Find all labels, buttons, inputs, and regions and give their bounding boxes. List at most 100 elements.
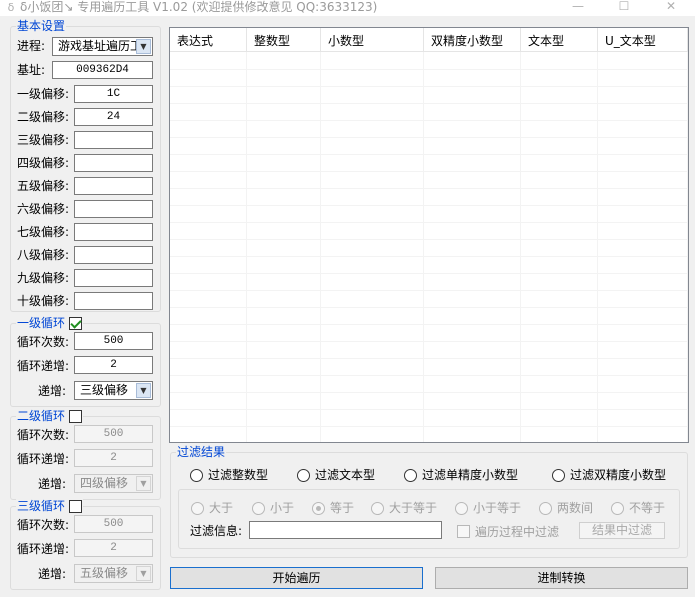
offset-input[interactable] [74,131,153,149]
grid-line [423,52,424,442]
grid-line [170,137,688,138]
offset-input[interactable] [74,200,153,218]
loop-count-input[interactable]: 500 [74,332,153,350]
filter-compare-label: 小于等于 [473,501,522,515]
result-filter-button[interactable]: 结果中过滤 [579,522,665,539]
grid-line [170,392,688,393]
loop-enable-checkbox[interactable] [69,499,83,513]
grid-line [170,103,688,104]
column-header[interactable]: 表达式 [170,28,247,52]
filter-compare-radio[interactable]: 大于等于 [371,500,437,516]
loop-enable-checkbox[interactable] [69,316,83,330]
loop-title-text: 三级循环 [17,499,66,513]
radix-convert-button[interactable]: 进制转换 [435,567,688,589]
filter-compare-radio[interactable]: 小于 [252,500,294,516]
filter-type-radio[interactable]: 过滤整数型 [190,467,268,483]
loop-enable-checkbox[interactable] [69,409,83,423]
loop-count-label: 循环次数: [17,335,70,349]
close-button[interactable]: ✕ [648,0,694,14]
column-header[interactable]: 文本型 [521,28,598,52]
loop-count-input[interactable]: 500 [74,515,153,533]
loop-step-label: 循环递增: [17,452,70,466]
process-label: 进程: [17,39,46,53]
loop-title-text: 二级循环 [17,409,66,423]
chevron-down-icon[interactable]: ▼ [136,383,151,398]
grid-line [320,52,321,442]
base-address-label: 基址: [17,63,46,77]
offset-input[interactable]: 1C [74,85,153,103]
loop-increment-select[interactable]: 五级偏移 ▼ [74,564,153,583]
radio-circle-icon [190,468,203,482]
base-address-input[interactable]: 009362D4 [52,61,153,79]
app-icon: δ [7,1,15,14]
loop-increment-value: 四级偏移 [80,476,129,490]
loop-increment-select[interactable]: 三级偏移 ▼ [74,381,153,400]
filter-compare-radio[interactable]: 两数间 [539,500,593,516]
loop-count-label: 循环次数: [17,428,70,442]
loop-step-input[interactable]: 2 [74,449,153,467]
process-select[interactable]: 游戏基址遍历工 ▼ [52,37,153,56]
maximize-button[interactable]: ☐ [601,0,647,14]
filter-info-input[interactable] [249,521,442,539]
loop-increment-value: 五级偏移 [80,566,129,580]
process-value: 游戏基址遍历工 [56,38,145,55]
offset-input[interactable] [74,154,153,172]
offset-label: 一级偏移: [17,87,70,101]
filter-type-label: 过滤单精度小数型 [422,468,519,482]
offset-input[interactable] [74,292,153,310]
filter-compare-label: 小于 [270,501,295,515]
filter-compare-label: 等于 [330,501,355,515]
filter-type-label: 过滤文本型 [315,468,376,482]
radio-circle-icon [539,501,552,515]
radio-circle-icon [611,501,624,515]
column-header[interactable]: U_文本型 [598,28,688,52]
chevron-down-icon[interactable]: ▼ [136,566,151,581]
offset-label: 十级偏移: [17,294,70,308]
grid-line [170,307,688,308]
grid-line [170,86,688,87]
filter-compare-radio[interactable]: 小于等于 [455,500,521,516]
offset-input[interactable] [74,246,153,264]
loop-step-input[interactable]: 2 [74,356,153,374]
filter-during-checkbox[interactable] [457,525,470,538]
column-header[interactable]: 双精度小数型 [424,28,521,52]
offset-input[interactable] [74,177,153,195]
loop-title: 一级循环 [16,316,84,330]
filter-type-label: 过滤双精度小数型 [570,468,667,482]
start-traverse-button[interactable]: 开始遍历 [170,567,423,589]
minimize-button[interactable]: — [555,0,601,14]
offset-input[interactable]: 24 [74,108,153,126]
loop-step-input[interactable]: 2 [74,539,153,557]
offset-input[interactable] [74,223,153,241]
grid-line [170,341,688,342]
grid-line [170,154,688,155]
loop-count-input[interactable]: 500 [74,425,153,443]
grid-line [170,69,688,70]
radio-circle-icon [455,501,468,515]
column-header[interactable]: 小数型 [321,28,424,52]
grid-line [170,409,688,410]
filter-compare-radio[interactable]: 不等于 [611,500,665,516]
chevron-down-icon[interactable]: ▼ [136,39,151,54]
column-header[interactable]: 整数型 [247,28,321,52]
filter-type-radio[interactable]: 过滤文本型 [297,467,375,483]
grid-line [170,188,688,189]
filter-type-radio[interactable]: 过滤单精度小数型 [404,467,518,483]
filter-type-radio[interactable]: 过滤双精度小数型 [552,467,666,483]
grid-line [170,222,688,223]
grid-line [170,205,688,206]
filter-compare-radio[interactable]: 大于 [191,500,233,516]
loop-increment-select[interactable]: 四级偏移 ▼ [74,474,153,493]
filter-compare-label: 不等于 [629,501,666,515]
radio-circle-icon [191,501,204,515]
offset-label: 八级偏移: [17,248,70,262]
offset-input[interactable] [74,269,153,287]
results-table[interactable]: 表达式 整数型 小数型 双精度小数型 文本型 U_文本型 [169,27,689,443]
filter-during-traverse[interactable]: 遍历过程中过滤 [457,523,559,540]
chevron-down-icon[interactable]: ▼ [136,476,151,491]
radio-circle-icon [252,501,265,515]
offset-label: 七级偏移: [17,225,70,239]
filter-compare-radio[interactable]: 等于 [312,500,354,516]
grid-line [170,171,688,172]
loop-title: 三级循环 [16,499,84,513]
